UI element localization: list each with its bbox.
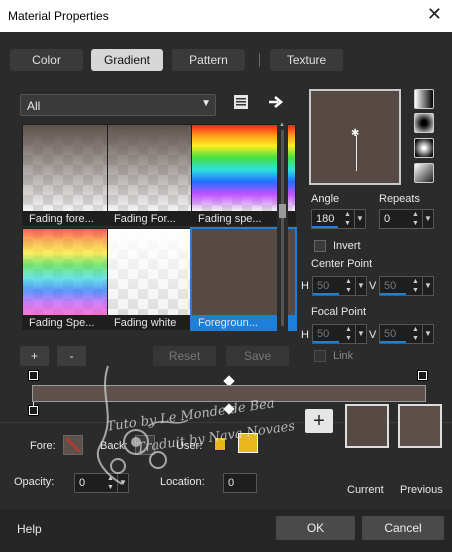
- previous-label: Previous: [400, 484, 443, 496]
- chevron-down-icon[interactable]: ▼: [355, 325, 366, 343]
- scroll-track: [281, 130, 284, 326]
- repeats-label: Repeats: [379, 193, 420, 205]
- watermark: Tuto by Le Monde de Bea Traduit by Nava …: [78, 356, 338, 492]
- fore-label: Fore:: [30, 440, 56, 452]
- chevron-down-icon[interactable]: ▼: [422, 210, 433, 228]
- invert-checkbox[interactable]: [314, 240, 326, 252]
- view-options-icon[interactable]: [233, 94, 249, 110]
- chevron-down-icon[interactable]: ▼: [422, 325, 433, 343]
- angle-handle[interactable]: [356, 135, 357, 171]
- repeats-value: 0: [384, 213, 391, 225]
- angle-field[interactable]: 180 ▲ ▼ ▼: [311, 209, 366, 229]
- rectangular-gradient-icon[interactable]: [414, 113, 434, 133]
- category-select[interactable]: All ▼: [20, 94, 216, 116]
- spin-arrows-icon[interactable]: ▲ ▼: [343, 325, 354, 343]
- chevron-down-icon[interactable]: ▼: [354, 210, 365, 228]
- help-link[interactable]: Help: [17, 522, 42, 536]
- add-to-swatches-button[interactable]: +: [305, 409, 333, 433]
- focal-point-label: Focal Point: [311, 306, 367, 318]
- center-point-label: Center Point: [311, 258, 373, 270]
- chevron-down-icon[interactable]: ▼: [355, 277, 366, 295]
- window-title: Material Properties: [8, 9, 109, 23]
- cancel-button[interactable]: Cancel: [362, 516, 444, 540]
- category-select-value: All: [27, 99, 41, 113]
- chevron-down-icon: ▼: [201, 98, 211, 109]
- angle-bar: [312, 226, 338, 228]
- title-bar: Material Properties ✕: [0, 0, 452, 32]
- center-v-label: V: [369, 280, 377, 292]
- scroll-thumb[interactable]: [279, 204, 286, 218]
- invert-label: Invert: [333, 240, 361, 252]
- current-color-swatch: [345, 404, 389, 448]
- opacity-label: Opacity:: [14, 476, 55, 488]
- tab-color[interactable]: Color: [10, 49, 83, 71]
- focal-h-value: 50: [317, 328, 330, 340]
- spin-arrows-icon[interactable]: ▲ ▼: [410, 325, 421, 343]
- add-gradient-button[interactable]: +: [20, 346, 49, 366]
- current-label: Current: [347, 484, 384, 496]
- repeats-field[interactable]: 0 ▲ ▼ ▼: [379, 209, 434, 229]
- focal-v-field[interactable]: 50 ▲ ▼ ▼: [379, 324, 434, 344]
- focal-h-field[interactable]: 50 ▲ ▼ ▼: [312, 324, 367, 344]
- gradient-preview[interactable]: ✱: [309, 89, 401, 185]
- ok-button[interactable]: OK: [276, 516, 355, 540]
- stop-fill: [30, 372, 37, 379]
- center-h-field[interactable]: 50 ▲ ▼ ▼: [312, 276, 367, 296]
- arrow-right-icon[interactable]: [267, 94, 285, 110]
- tab-gradient[interactable]: Gradient: [91, 49, 163, 71]
- angle-label: Angle: [311, 193, 340, 205]
- stop-fill: [419, 372, 426, 379]
- center-h-label: H: [301, 280, 309, 292]
- tab-separator: [259, 53, 260, 67]
- spin-arrows-icon[interactable]: ▲ ▼: [410, 210, 421, 228]
- spin-arrows-icon[interactable]: ▲ ▼: [343, 277, 354, 295]
- focal-h-label: H: [301, 329, 309, 341]
- gradient-list-scrollbar[interactable]: ▲: [277, 122, 288, 332]
- focal-v-label: V: [369, 329, 377, 341]
- angle-value: 180: [316, 213, 335, 225]
- center-v-value: 50: [384, 280, 397, 292]
- stop-fill: [30, 407, 37, 414]
- previous-color-swatch[interactable]: [398, 404, 442, 448]
- center-h-bar: [313, 293, 339, 295]
- corner-gradient-icon[interactable]: [414, 163, 434, 183]
- focal-v-value: 50: [384, 328, 397, 340]
- linear-gradient-icon[interactable]: [414, 89, 434, 109]
- tab-texture[interactable]: Texture: [270, 49, 343, 71]
- spin-arrows-icon[interactable]: ▲ ▼: [410, 277, 421, 295]
- center-h-value: 50: [317, 280, 330, 292]
- color-stop-left[interactable]: [28, 405, 39, 416]
- spin-arrows-icon[interactable]: ▲ ▼: [342, 210, 353, 228]
- chevron-down-icon[interactable]: ▼: [422, 277, 433, 295]
- center-v-field[interactable]: 50 ▲ ▼ ▼: [379, 276, 434, 296]
- stop-tick: [33, 402, 34, 406]
- close-icon[interactable]: ✕: [427, 4, 442, 25]
- opacity-stop-right[interactable]: [417, 370, 428, 381]
- center-point-icon[interactable]: ✱: [351, 128, 359, 139]
- focal-h-bar: [313, 341, 339, 343]
- center-v-bar: [380, 293, 406, 295]
- radial-gradient-icon[interactable]: [414, 138, 434, 158]
- focal-v-bar: [380, 341, 406, 343]
- scroll-up-icon[interactable]: ▲: [279, 122, 285, 128]
- opacity-stop-left[interactable]: [28, 370, 39, 381]
- tab-pattern[interactable]: Pattern: [172, 49, 245, 71]
